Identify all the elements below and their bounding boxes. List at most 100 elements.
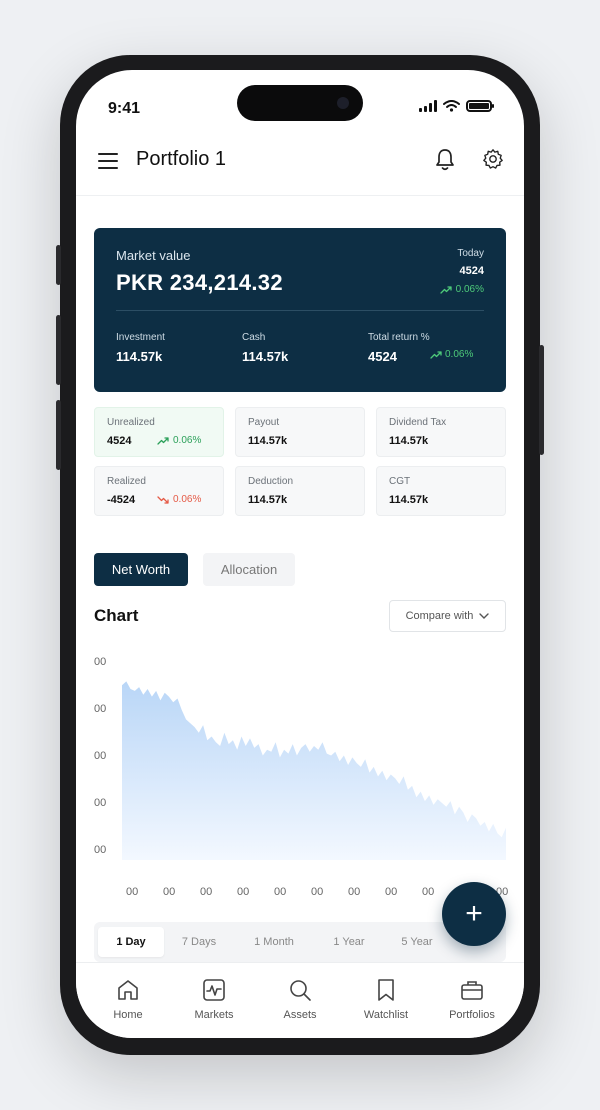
camera-icon	[337, 97, 349, 109]
nav-label: Assets	[283, 1009, 317, 1021]
nav-label: Portfolios	[449, 1009, 495, 1021]
home-icon	[118, 980, 138, 1000]
bottom-navigation: Home Markets Assets Watchlist Portfolios	[76, 962, 524, 1038]
stat-card-cgt: CGT 114.57k	[376, 466, 506, 516]
total-return-label: Total return %	[368, 332, 430, 343]
add-fab-button[interactable]: +	[442, 882, 506, 946]
nav-label: Watchlist	[363, 1009, 409, 1021]
period-1-year[interactable]: 1 Year	[316, 927, 382, 957]
x-axis-tick-label: 00	[200, 886, 213, 898]
battery-icon	[466, 100, 494, 112]
stat-label: Deduction	[248, 476, 294, 487]
cash-label: Cash	[242, 332, 266, 343]
investment-label: Investment	[116, 332, 165, 343]
period-5-year[interactable]: 5 Year	[384, 927, 450, 957]
stat-change-value: 0.06%	[173, 494, 202, 505]
x-axis-tick-label: 00	[163, 886, 176, 898]
today-change: 0.06%	[439, 284, 484, 295]
stat-card-dividend-tax: Dividend Tax 114.57k	[376, 407, 506, 457]
status-icons	[419, 100, 494, 112]
today-change-value: 0.06%	[455, 284, 484, 295]
nav-portfolios[interactable]: Portfolios	[432, 977, 512, 1021]
period-1-month[interactable]: 1 Month	[234, 927, 314, 957]
stat-card-deduction: Deduction 114.57k	[235, 466, 365, 516]
x-axis-tick-label: 00	[348, 886, 361, 898]
cash-value: 114.57k	[242, 349, 289, 364]
nav-watchlist[interactable]: Watchlist	[346, 977, 426, 1021]
stat-change: 0.06%	[157, 494, 201, 505]
chevron-down-icon	[479, 613, 490, 619]
x-axis-tick-label: 00	[237, 886, 250, 898]
total-return-change-value: 0.06%	[445, 349, 474, 360]
period-7-days[interactable]: 7 Days	[166, 927, 232, 957]
stat-value: 114.57k	[389, 435, 429, 447]
stat-label: CGT	[389, 476, 411, 487]
total-return-change: 0.06%	[430, 349, 473, 360]
x-axis-tick-label: 00	[385, 886, 398, 898]
market-value-amount: PKR 234,214.32	[116, 270, 283, 295]
x-axis-tick-label: 00	[422, 886, 435, 898]
markets-icon	[203, 979, 225, 1001]
stat-card-unrealized: Unrealized 4524 0.06%	[94, 407, 224, 457]
volume-down-button	[56, 400, 61, 470]
trend-down-icon	[157, 495, 169, 504]
search-icon	[290, 980, 311, 1001]
nav-markets[interactable]: Markets	[174, 977, 254, 1021]
market-value-card: Market value PKR 234,214.32 Today 4524 0…	[94, 228, 506, 392]
bookmark-icon	[378, 979, 394, 1001]
period-selector: 1 Day 7 Days 1 Month 1 Year 5 Year	[94, 922, 506, 962]
dynamic-island	[237, 85, 363, 121]
net-worth-chart: 0000000000 0000000000000000000000	[76, 650, 524, 898]
trend-up-icon	[157, 436, 169, 445]
menu-icon[interactable]	[98, 153, 118, 169]
total-return-value: 4524	[368, 349, 397, 364]
briefcase-icon	[461, 981, 483, 1000]
area-chart	[122, 681, 506, 860]
phone-screen: 9:41 Portfolio 1 Market value PKR 234,21…	[76, 70, 524, 1038]
period-1-day[interactable]: 1 Day	[98, 927, 164, 957]
app-header: Portfolio 1	[76, 136, 524, 196]
stat-value: -4524	[107, 494, 136, 506]
total-return-stat: Total return % 4524 0.06%	[368, 332, 473, 364]
power-button	[539, 345, 544, 455]
status-time: 9:41	[108, 100, 141, 117]
mute-switch	[56, 245, 61, 285]
bell-icon[interactable]	[434, 148, 456, 172]
stat-change-value: 0.06%	[173, 435, 202, 446]
tab-allocation[interactable]: Allocation	[203, 553, 295, 586]
investment-stat: Investment 114.57k	[116, 332, 165, 364]
today-label: Today	[457, 248, 484, 259]
page-title: Portfolio 1	[136, 148, 227, 170]
tab-net-worth[interactable]: Net Worth	[94, 553, 188, 586]
stat-change: 0.06%	[157, 435, 201, 446]
trend-up-icon	[439, 285, 452, 294]
gear-icon[interactable]	[482, 148, 504, 170]
nav-assets[interactable]: Assets	[260, 977, 340, 1021]
nav-home[interactable]: Home	[88, 977, 168, 1021]
stat-card-payout: Payout 114.57k	[235, 407, 365, 457]
chart-area-series	[122, 681, 506, 860]
card-divider	[116, 310, 484, 311]
trend-up-icon	[430, 350, 442, 359]
today-value: 4524	[459, 265, 484, 277]
stat-label: Payout	[248, 417, 280, 428]
stat-value: 114.57k	[389, 494, 429, 506]
stat-value: 114.57k	[248, 435, 288, 447]
wifi-icon	[443, 100, 460, 112]
volume-up-button	[56, 315, 61, 385]
cellular-signal-icon	[419, 100, 437, 112]
stat-value: 4524	[107, 435, 132, 447]
stat-value: 114.57k	[248, 494, 288, 506]
cash-stat: Cash 114.57k	[242, 332, 288, 364]
stat-label: Realized	[107, 476, 146, 487]
market-value-label: Market value	[116, 248, 191, 263]
stat-card-realized: Realized -4524 0.06%	[94, 466, 224, 516]
chart-title: Chart	[94, 606, 139, 625]
x-axis-tick-label: 00	[274, 886, 287, 898]
compare-with-label: Compare with	[405, 610, 474, 622]
nav-label: Markets	[194, 1009, 234, 1021]
x-axis-tick-label: 00	[126, 886, 139, 898]
stat-label: Dividend Tax	[389, 417, 447, 428]
compare-with-dropdown[interactable]: Compare with	[389, 600, 506, 632]
stat-label: Unrealized	[107, 417, 155, 428]
